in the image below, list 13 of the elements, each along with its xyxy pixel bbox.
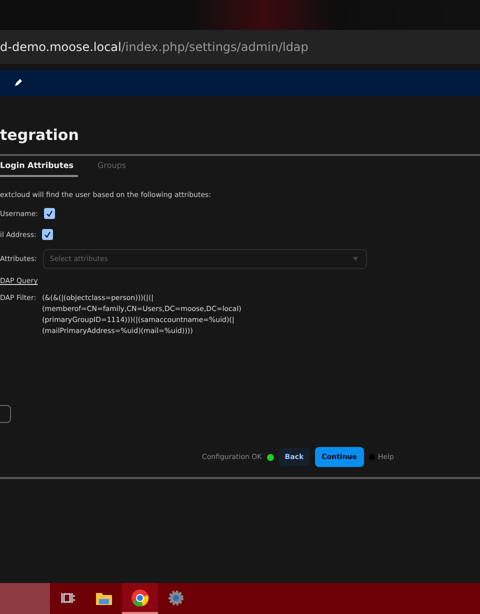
task-view-icon	[61, 592, 75, 604]
pencil-icon[interactable]	[14, 79, 22, 87]
checkbox[interactable]	[44, 208, 56, 219]
cut-off-button[interactable]	[0, 405, 11, 423]
browser-icon	[131, 588, 149, 606]
caret-icon	[352, 257, 358, 261]
folder-icon	[96, 590, 112, 604]
address-bar[interactable]: d-demo.moose.local/index.php/settings/admin/ldap	[0, 30, 480, 64]
tab[interactable]: Login Attributes	[0, 156, 78, 177]
page-title: tegration	[0, 126, 80, 144]
taskbar-button[interactable]	[122, 583, 158, 614]
settings-icon	[168, 590, 184, 606]
checkbox[interactable]	[42, 229, 54, 240]
